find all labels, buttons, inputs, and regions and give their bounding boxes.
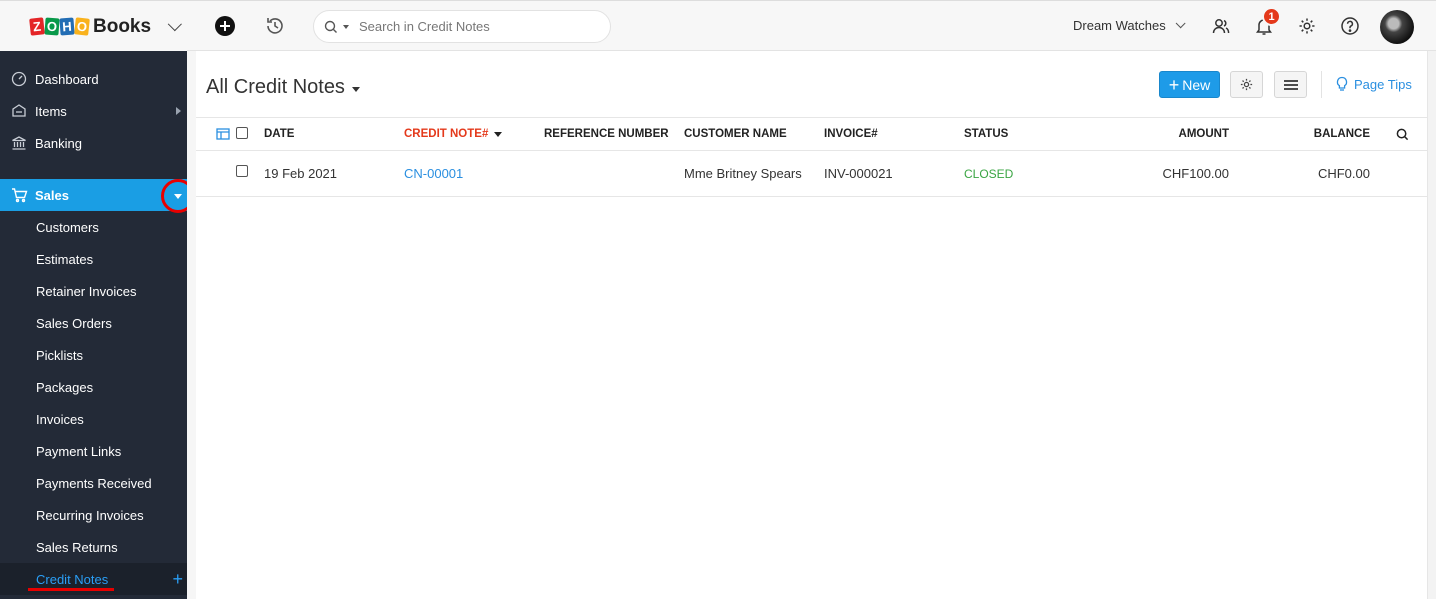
annotation-underline bbox=[28, 588, 114, 591]
logo-letter: Z bbox=[29, 17, 45, 36]
caret-down-icon bbox=[351, 86, 360, 92]
cell-date: 19 Feb 2021 bbox=[264, 166, 338, 181]
cell-invoice: INV-000021 bbox=[824, 166, 893, 181]
sidebar-item-customers[interactable]: Customers bbox=[0, 211, 187, 243]
chevron-right-icon bbox=[176, 107, 181, 115]
sidebar-gutter bbox=[187, 51, 196, 599]
help-icon[interactable] bbox=[1338, 14, 1362, 38]
page-header: All Credit Notes + New Page Tips bbox=[196, 51, 1427, 118]
divider bbox=[1321, 71, 1322, 98]
sidebar-item-label: Items bbox=[35, 103, 67, 119]
sidebar-item-invoices[interactable]: Invoices bbox=[0, 403, 187, 435]
plus-circle-icon[interactable] bbox=[213, 14, 237, 38]
select-all-checkbox[interactable] bbox=[236, 118, 248, 150]
sidebar-item-payment-links[interactable]: Payment Links bbox=[0, 435, 187, 467]
column-status[interactable]: STATUS bbox=[964, 118, 1008, 150]
sidebar-item-recurring-invoices[interactable]: Recurring Invoices bbox=[0, 499, 187, 531]
column-reference-number[interactable]: REFERENCE NUMBER bbox=[544, 118, 669, 150]
sidebar-item-picklists[interactable]: Picklists bbox=[0, 339, 187, 371]
org-name: Dream Watches bbox=[1073, 18, 1166, 33]
chevron-down-icon bbox=[174, 193, 182, 199]
view-selector[interactable]: All Credit Notes bbox=[206, 76, 360, 99]
sidebar-item-banking[interactable]: Banking bbox=[0, 127, 187, 159]
credit-notes-table: DATE CREDIT NOTE# REFERENCE NUMBER CUSTO… bbox=[196, 118, 1427, 197]
status-badge: CLOSED bbox=[964, 166, 1014, 181]
add-credit-note-icon[interactable]: + bbox=[172, 569, 183, 590]
new-button[interactable]: + New bbox=[1159, 71, 1220, 98]
brand-switcher[interactable]: Z O H O Books bbox=[0, 1, 187, 52]
page-title: All Credit Notes bbox=[206, 76, 345, 98]
sidebar-item-items[interactable]: Items bbox=[0, 95, 187, 127]
tag-icon bbox=[10, 102, 28, 120]
settings-button[interactable] bbox=[1230, 71, 1263, 98]
table-row[interactable]: 19 Feb 2021 CN-00001 Mme Britney Spears … bbox=[196, 151, 1427, 197]
more-menu-button[interactable] bbox=[1274, 71, 1307, 98]
zoho-logo: Z O H O bbox=[29, 17, 90, 37]
column-customer-name[interactable]: CUSTOMER NAME bbox=[684, 118, 787, 150]
new-button-label: New bbox=[1182, 76, 1211, 93]
sidebar-item-estimates[interactable]: Estimates bbox=[0, 243, 187, 275]
gear-icon[interactable] bbox=[1295, 14, 1319, 38]
main-content: All Credit Notes + New Page Tips DATE CR… bbox=[196, 51, 1427, 599]
sales-submenu: Customers Estimates Retainer Invoices Sa… bbox=[0, 211, 187, 595]
sidebar: Dashboard Items Banking Sales Customers … bbox=[0, 51, 187, 599]
vertical-scrollbar[interactable] bbox=[1427, 51, 1436, 599]
hamburger-icon bbox=[1283, 79, 1298, 90]
sidebar-item-payments-received[interactable]: Payments Received bbox=[0, 467, 187, 499]
gear-icon bbox=[1240, 78, 1253, 91]
sidebar-item-retainer-invoices[interactable]: Retainer Invoices bbox=[0, 275, 187, 307]
row-checkbox[interactable] bbox=[236, 151, 248, 196]
cell-credit-note-link[interactable]: CN-00001 bbox=[404, 151, 463, 196]
cell-balance: CHF0.00 bbox=[1317, 166, 1370, 181]
column-invoice[interactable]: INVOICE# bbox=[824, 118, 878, 150]
sidebar-item-packages[interactable]: Packages bbox=[0, 371, 187, 403]
logo-letter: O bbox=[44, 17, 60, 36]
column-date[interactable]: DATE bbox=[264, 118, 294, 150]
top-bar: Z O H O Books Dream Watches 1 bbox=[0, 0, 1436, 52]
sidebar-item-sales-orders[interactable]: Sales Orders bbox=[0, 307, 187, 339]
logo-letter: H bbox=[59, 17, 75, 36]
sort-desc-icon bbox=[494, 131, 503, 137]
sidebar-item-label: Credit Notes bbox=[36, 571, 109, 587]
cell-amount: CHF100.00 bbox=[1162, 166, 1229, 181]
search-icon[interactable] bbox=[1396, 118, 1409, 150]
sidebar-item-label: Dashboard bbox=[35, 71, 99, 87]
search-scope-dropdown-icon[interactable] bbox=[343, 24, 349, 29]
app-name: Books bbox=[93, 15, 152, 37]
sidebar-item-label: Banking bbox=[35, 135, 82, 151]
search-icon bbox=[324, 20, 337, 33]
page-tips-label: Page Tips bbox=[1354, 76, 1412, 92]
sidebar-item-sales-returns[interactable]: Sales Returns bbox=[0, 531, 187, 563]
column-balance[interactable]: BALANCE bbox=[1270, 118, 1370, 150]
dashboard-icon bbox=[10, 70, 28, 88]
logo-letter: O bbox=[74, 17, 90, 36]
column-credit-note[interactable]: CREDIT NOTE# bbox=[404, 118, 503, 150]
lightbulb-icon bbox=[1336, 76, 1348, 91]
table-header: DATE CREDIT NOTE# REFERENCE NUMBER CUSTO… bbox=[196, 118, 1427, 151]
page-tips-link[interactable]: Page Tips bbox=[1335, 76, 1412, 92]
column-label: CREDIT NOTE# bbox=[404, 128, 489, 140]
sidebar-item-sales[interactable]: Sales bbox=[0, 179, 187, 211]
search-input[interactable] bbox=[359, 19, 599, 34]
column-chooser-icon[interactable] bbox=[216, 118, 230, 150]
bank-icon bbox=[10, 134, 28, 152]
cell-customer: Mme Britney Spears bbox=[684, 166, 802, 181]
history-icon[interactable] bbox=[263, 14, 287, 38]
sidebar-item-dashboard[interactable]: Dashboard bbox=[0, 63, 187, 95]
notification-count-badge: 1 bbox=[1262, 7, 1281, 26]
search-box[interactable] bbox=[313, 10, 611, 43]
cart-icon bbox=[10, 186, 28, 204]
avatar[interactable] bbox=[1380, 10, 1414, 44]
chevron-down-icon bbox=[167, 16, 182, 31]
plus-icon: + bbox=[1168, 74, 1180, 95]
chevron-down-icon bbox=[1175, 18, 1186, 29]
sidebar-item-label: Sales bbox=[35, 187, 69, 203]
users-icon[interactable] bbox=[1209, 14, 1233, 38]
column-amount[interactable]: AMOUNT bbox=[1129, 118, 1229, 150]
organization-switcher[interactable]: Dream Watches bbox=[1073, 18, 1186, 33]
